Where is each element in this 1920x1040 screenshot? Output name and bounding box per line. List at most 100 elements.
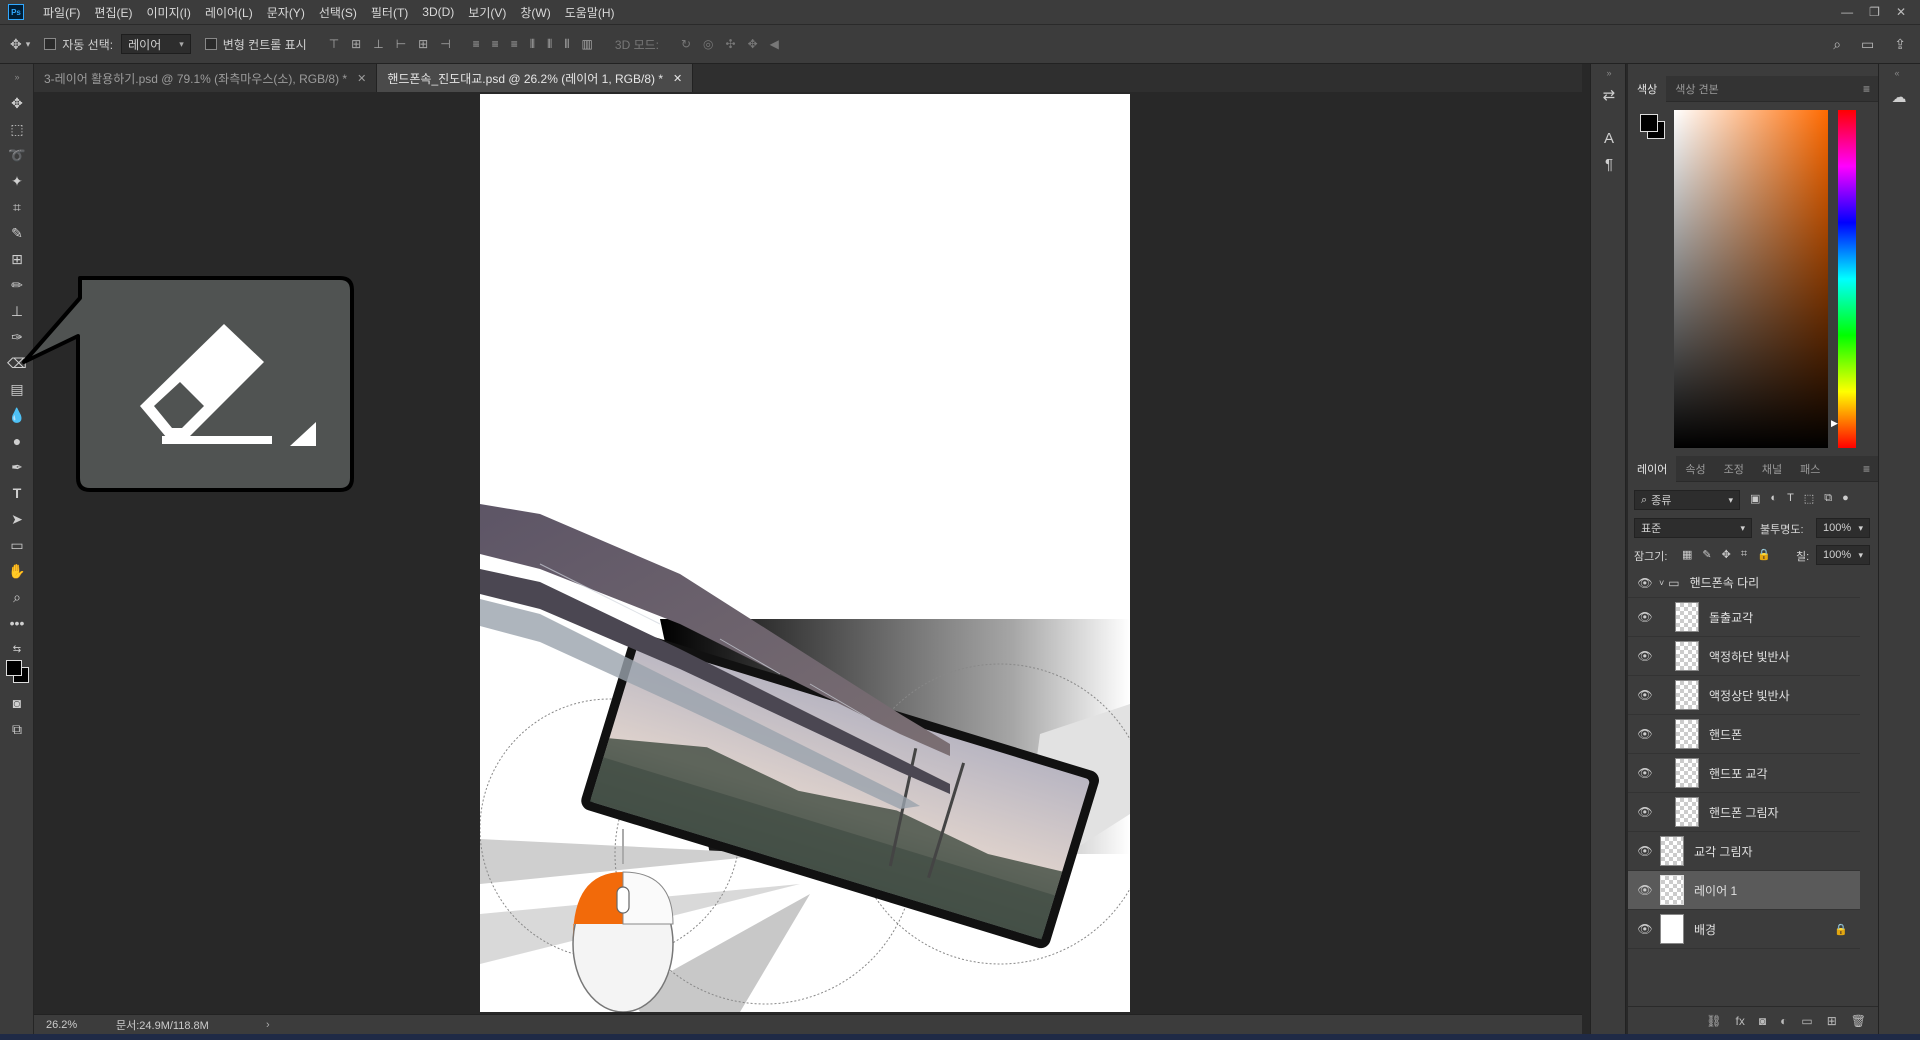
workspace-icon[interactable]: ▭	[1861, 36, 1874, 53]
layer-row[interactable]: 👁 배경 🔒	[1628, 910, 1860, 949]
tab-properties[interactable]: 속성	[1676, 456, 1714, 482]
tab-document-1[interactable]: 3-레이어 활용하기.psd @ 79.1% (좌측마우스(소), RGB/8)…	[34, 64, 378, 92]
document-canvas[interactable]	[480, 94, 1130, 1012]
align-right-icon[interactable]: ⊣	[440, 37, 450, 51]
3d-pan-icon[interactable]: ✣	[726, 37, 736, 51]
hue-slider[interactable]	[1838, 110, 1856, 448]
delete-layer-icon[interactable]: 🗑	[1851, 1014, 1866, 1028]
menu-image[interactable]: 이미지(I)	[139, 4, 197, 21]
lock-artboard-icon[interactable]: ⌗	[1741, 548, 1747, 561]
distribute-hcenter-icon[interactable]: ⦀	[547, 37, 552, 52]
hand-tool-icon[interactable]: ✋	[8, 562, 26, 580]
menu-view[interactable]: 보기(V)	[461, 4, 513, 21]
libraries-icon[interactable]: ☁	[1891, 88, 1907, 106]
tab-channels[interactable]: 채널	[1753, 456, 1791, 482]
auto-align-icon[interactable]: ▥	[582, 37, 593, 52]
layer-row[interactable]: 👁 핸드폰 그림자	[1628, 793, 1860, 832]
filter-pixel-icon[interactable]: ▣	[1750, 492, 1760, 505]
eye-icon[interactable]: 👁	[1635, 610, 1655, 624]
healing-brush-tool-icon[interactable]: ⊞	[8, 250, 26, 268]
rectangle-tool-icon[interactable]: ▭	[8, 536, 26, 554]
layer-row-selected[interactable]: 👁 레이어 1	[1628, 871, 1860, 910]
layer-row[interactable]: 👁 액정하단 빛반사	[1628, 637, 1860, 676]
layer-row[interactable]: 👁 액정상단 빛반사	[1628, 676, 1860, 715]
distribute-top-icon[interactable]: ≡	[473, 37, 480, 52]
panel-menu-icon[interactable]: ≡	[1863, 82, 1878, 96]
move-tool-icon[interactable]: ✥	[8, 94, 26, 112]
collapse-arrows-icon[interactable]: «	[1889, 68, 1905, 78]
opacity-input[interactable]: 100% ▾	[1816, 518, 1870, 538]
eye-icon[interactable]: 👁	[1635, 805, 1655, 819]
layer-filter-dropdown[interactable]: ⌕ 종류 ▾	[1634, 490, 1740, 510]
close-icon[interactable]: ✕	[673, 72, 682, 85]
layer-row[interactable]: 👁 핸드폰	[1628, 715, 1860, 754]
align-bottom-icon[interactable]: ⊥	[373, 37, 383, 51]
lock-transparency-icon[interactable]: ▦	[1682, 548, 1692, 561]
link-layers-icon[interactable]: ⛓	[1706, 1014, 1721, 1028]
align-vcenter-icon[interactable]: ⊞	[351, 37, 361, 51]
filter-adjustment-icon[interactable]: ◐	[1770, 492, 1777, 505]
menu-window[interactable]: 창(W)	[513, 4, 557, 21]
3d-scale-icon[interactable]: ◀	[770, 37, 779, 51]
screen-mode-icon[interactable]: ⧉	[8, 720, 26, 738]
eye-icon[interactable]: 👁	[1635, 844, 1655, 858]
filter-smart-object-icon[interactable]: ⧉	[1824, 492, 1832, 505]
transform-controls-checkbox[interactable]	[204, 38, 217, 50]
add-mask-icon[interactable]: ◙	[1759, 1014, 1766, 1028]
menu-type[interactable]: 문자(Y)	[260, 4, 312, 21]
lock-position-icon[interactable]: ✥	[1722, 548, 1731, 561]
character-panel-icon[interactable]: A	[1601, 130, 1617, 147]
color-picker-field[interactable]	[1674, 110, 1828, 448]
lasso-tool-icon[interactable]: ➰	[8, 146, 26, 164]
move-tool-preset-icon[interactable]: ✥	[10, 36, 22, 53]
menu-layer[interactable]: 레이어(L)	[198, 4, 260, 21]
eye-icon[interactable]: 👁	[1635, 576, 1655, 590]
tab-layers[interactable]: 레이어	[1628, 455, 1677, 482]
share-icon[interactable]: ⇪	[1894, 36, 1906, 53]
panel-menu-icon[interactable]: ≡	[1863, 462, 1878, 476]
layer-row[interactable]: 👁 교각 그림자	[1628, 832, 1860, 871]
tab-swatches[interactable]: 색상 견본	[1666, 76, 1728, 102]
eye-icon[interactable]: 👁	[1635, 649, 1655, 663]
auto-select-dropdown[interactable]: 레이어 ▾	[121, 34, 191, 54]
auto-select-checkbox[interactable]	[44, 38, 57, 50]
layer-group-row[interactable]: 👁 ˅ ▭ 핸드폰속 다리	[1628, 568, 1860, 598]
close-icon[interactable]: ✕	[1896, 5, 1906, 19]
3d-roll-icon[interactable]: ◎	[703, 37, 713, 51]
path-selection-tool-icon[interactable]: ➤	[8, 510, 26, 528]
tab-adjustments[interactable]: 조정	[1715, 456, 1753, 482]
magic-wand-tool-icon[interactable]: ✦	[8, 172, 26, 190]
tab-paths[interactable]: 패스	[1791, 456, 1829, 482]
layer-row[interactable]: 👁 돌출교각	[1628, 598, 1860, 637]
search-icon[interactable]: ⌕	[1833, 36, 1841, 53]
filter-toggle-icon[interactable]: ●	[1842, 492, 1849, 505]
eye-icon[interactable]: 👁	[1635, 922, 1655, 936]
eye-icon[interactable]: 👁	[1635, 883, 1655, 897]
menu-select[interactable]: 선택(S)	[312, 4, 364, 21]
3d-rotate-icon[interactable]: ↻	[681, 37, 691, 51]
menu-3d[interactable]: 3D(D)	[415, 5, 461, 19]
tab-document-2[interactable]: 핸드폰속_진도대교.psd @ 26.2% (레이어 1, RGB/8) * ✕	[377, 64, 694, 92]
align-hcenter-icon[interactable]: ⊞	[418, 37, 428, 51]
collapse-arrows-icon[interactable]: »	[8, 68, 26, 86]
tab-color[interactable]: 색상	[1628, 75, 1667, 102]
filter-shape-icon[interactable]: ⬚	[1804, 492, 1814, 505]
eyedropper-tool-icon[interactable]: ✎	[8, 224, 26, 242]
history-panel-icon[interactable]: ⇄	[1601, 86, 1617, 104]
menu-help[interactable]: 도움말(H)	[558, 4, 622, 21]
lock-pixels-icon[interactable]: ✎	[1702, 548, 1711, 561]
lock-all-icon[interactable]: 🔒	[1757, 548, 1771, 561]
minimize-icon[interactable]: —	[1841, 5, 1853, 19]
filter-type-icon[interactable]: T	[1787, 492, 1794, 505]
close-icon[interactable]: ✕	[357, 72, 366, 85]
distribute-right-icon[interactable]: ⦀	[564, 37, 569, 52]
swap-colors-icon[interactable]: ⇆	[8, 640, 26, 658]
more-tools-icon[interactable]: •••	[8, 614, 26, 632]
new-group-icon[interactable]: ▭	[1801, 1014, 1812, 1028]
layer-row[interactable]: 👁 핸드포 교각	[1628, 754, 1860, 793]
menu-edit[interactable]: 편집(E)	[87, 4, 139, 21]
crop-tool-icon[interactable]: ⌗	[8, 198, 26, 216]
fill-input[interactable]: 100% ▾	[1816, 545, 1870, 565]
menu-file[interactable]: 파일(F)	[36, 4, 87, 21]
align-top-icon[interactable]: ⊤	[329, 37, 339, 51]
